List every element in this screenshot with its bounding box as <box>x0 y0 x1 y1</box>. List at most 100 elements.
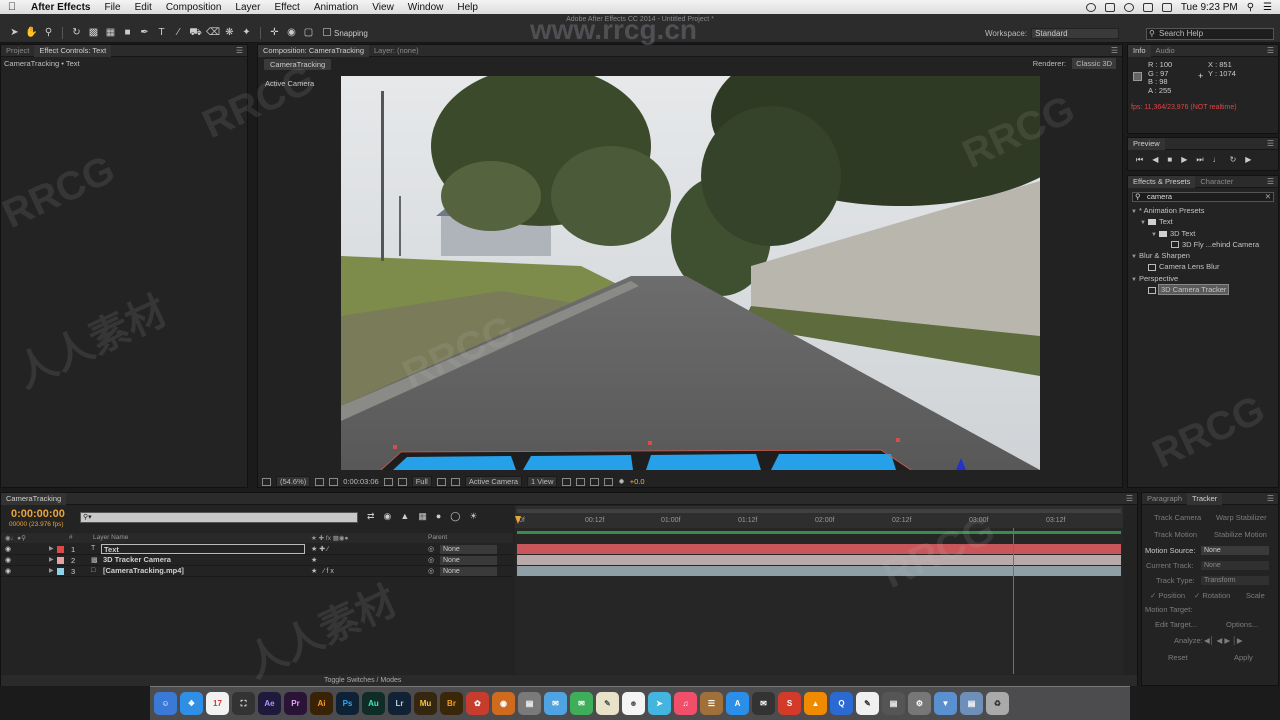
search-help-input[interactable]: ⚲ Search Help <box>1146 28 1274 40</box>
tab-project[interactable]: Project <box>1 45 34 57</box>
region-of-interest-icon[interactable] <box>436 477 446 486</box>
comp-mini-flowchart-icon[interactable]: ⇄ <box>367 511 375 522</box>
panel-menu-icon[interactable]: ☰ <box>1267 138 1274 150</box>
tree-group[interactable]: ▼ * Animation Presets <box>1131 205 1278 216</box>
tab-info[interactable]: Info <box>1128 44 1151 57</box>
time-navigator[interactable] <box>517 509 1121 513</box>
stabilize-motion-button[interactable]: Stabilize Motion <box>1214 530 1267 539</box>
notes-icon[interactable]: ✎ <box>596 692 619 715</box>
pan-behind-tool-icon[interactable]: ▦ <box>104 27 117 39</box>
tab-layer[interactable]: Layer: (none) <box>369 45 424 57</box>
track-motion-button[interactable]: Track Motion <box>1154 530 1197 539</box>
analyze-buttons[interactable]: ◀│ ◀ ▶ │▶ <box>1204 636 1243 645</box>
eye-icon[interactable]: ◉ <box>5 567 11 575</box>
layer-label-color[interactable] <box>57 557 64 564</box>
panel-menu-icon[interactable]: ☰ <box>1267 176 1274 188</box>
layer-name[interactable]: 3D Tracker Camera <box>103 555 171 564</box>
menu-effect[interactable]: Effect <box>267 2 306 13</box>
tab-timeline-comp[interactable]: CameraTracking <box>1 492 67 505</box>
maps-icon[interactable]: ➤ <box>648 692 671 715</box>
notification-center-icon[interactable]: ☰ <box>1263 2 1272 13</box>
menu-window[interactable]: Window <box>401 2 451 13</box>
layer-row[interactable]: ◉ ▶ 1 T Text ★✚∕ ◎ None <box>1 544 513 555</box>
menu-edit[interactable]: Edit <box>128 2 159 13</box>
safe-zones-icon[interactable] <box>315 477 325 486</box>
battery-icon[interactable] <box>1161 2 1172 12</box>
tab-effect-controls[interactable]: Effect Controls: Text <box>34 44 112 57</box>
pen-tool-icon[interactable]: ✒ <box>138 27 151 39</box>
time-ruler[interactable]: 0f 00:12f 01:00f 01:12f 02:00f 02:12f 03… <box>515 506 1123 528</box>
apply-button[interactable]: Apply <box>1234 653 1253 662</box>
brush-tool-icon[interactable]: ∕ <box>172 27 185 39</box>
edit-target-button[interactable]: Edit Target... <box>1155 620 1197 629</box>
trash-icon[interactable]: ♻ <box>986 692 1009 715</box>
clone-stamp-tool-icon[interactable]: ⛟ <box>189 27 202 39</box>
itunes-icon[interactable]: ♫ <box>674 692 697 715</box>
disclosure-triangle-icon[interactable]: ▼ <box>1151 230 1159 241</box>
panel-menu-icon[interactable]: ☰ <box>1267 493 1274 505</box>
selection-tool-icon[interactable]: ➤ <box>8 27 21 39</box>
clear-search-icon[interactable]: ✕ <box>1265 193 1271 201</box>
photoshop-dock-icon[interactable]: Ps <box>336 692 359 715</box>
tab-audio[interactable]: Audio <box>1151 45 1180 57</box>
current-time-display[interactable]: 0:00:03:06 <box>343 477 378 486</box>
layer-switches[interactable]: ★ <box>311 556 319 564</box>
motion-blur-icon[interactable]: ● <box>436 511 441 522</box>
track-type-select[interactable]: Transform <box>1201 576 1269 585</box>
layer-name-header[interactable]: Layer Name <box>93 534 128 541</box>
disclosure-triangle-icon[interactable]: ▼ <box>1131 207 1139 218</box>
preview-app-icon[interactable]: ▤ <box>518 692 541 715</box>
graph-editor-icon[interactable]: ◯ <box>450 511 460 522</box>
toggle-pixel-aspect-icon[interactable] <box>562 477 572 486</box>
zoom-tool-icon[interactable]: ⚲ <box>42 27 55 39</box>
contacts-icon[interactable]: ☻ <box>622 692 645 715</box>
layer-name[interactable]: Text <box>101 544 305 554</box>
options-button[interactable]: Options... <box>1226 620 1258 629</box>
calendar-icon[interactable]: 17 <box>206 692 229 715</box>
view-axis-icon[interactable]: ▢ <box>302 27 315 39</box>
quicktime-icon[interactable]: Q <box>830 692 853 715</box>
tab-tracker[interactable]: Tracker <box>1187 492 1223 505</box>
tab-effects-presets[interactable]: Effects & Presets <box>1128 175 1196 188</box>
lightroom-dock-icon[interactable]: Lr <box>388 692 411 715</box>
parent-header[interactable]: Parent <box>428 534 447 541</box>
first-frame-icon[interactable]: ⏮ <box>1136 155 1143 165</box>
menu-layer[interactable]: Layer <box>228 2 267 13</box>
layer-duration-bar[interactable] <box>517 555 1121 565</box>
brainstorm-icon[interactable]: ☀ <box>469 511 477 522</box>
record-icon[interactable] <box>1085 2 1096 12</box>
spotlight-icon[interactable]: ⚲ <box>1247 2 1254 13</box>
volume-icon[interactable] <box>1142 2 1153 12</box>
effects-search-input[interactable]: ⚲ camera ✕ <box>1132 192 1274 202</box>
audio-icon[interactable]: ♩ <box>1213 155 1221 165</box>
resolution-select[interactable]: Full <box>411 476 432 487</box>
apple-icon[interactable]:  <box>0 1 24 13</box>
composition-viewer[interactable] <box>341 76 1040 470</box>
world-axis-icon[interactable]: ◉ <box>285 27 298 39</box>
tree-folder[interactable]: ▼ 3D Text <box>1131 228 1278 239</box>
fast-previews-icon[interactable] <box>576 477 586 486</box>
camera-tool-icon[interactable]: ▩ <box>87 27 100 39</box>
menu-view[interactable]: View <box>365 2 401 13</box>
timeline-tracks[interactable]: 0f 00:12f 01:00f 01:12f 02:00f 02:12f 03… <box>515 506 1123 674</box>
after-effects-dock-icon[interactable]: Ae <box>258 692 281 715</box>
tree-folder[interactable]: ▼ Text <box>1131 216 1278 227</box>
panel-menu-icon[interactable]: ☰ <box>236 45 243 57</box>
menubar-clock[interactable]: Tue 9:23 PM <box>1181 2 1238 13</box>
eraser-tool-icon[interactable]: ⌫ <box>206 27 220 39</box>
system-preferences-icon[interactable]: ⚙ <box>908 692 931 715</box>
3d-view-select[interactable]: Active Camera <box>464 476 522 487</box>
renderer-select[interactable]: Classic 3D <box>1072 58 1116 69</box>
display-icon[interactable] <box>1104 2 1115 12</box>
roto-brush-tool-icon[interactable]: ❋ <box>223 27 236 39</box>
layer-label-color[interactable] <box>57 568 64 575</box>
workspace-select[interactable]: Standard <box>1031 28 1120 39</box>
scale-checkbox[interactable]: Scale <box>1246 591 1265 600</box>
view-layout-select[interactable]: 1 View <box>527 476 558 487</box>
disclosure-triangle-icon[interactable]: ▼ <box>1131 252 1139 263</box>
previous-frame-icon[interactable]: ◀ <box>1152 155 1158 165</box>
layer-row[interactable]: ◉ ▶ 3 □ [CameraTracking.mp4] ★ ∕fx ◎ Non… <box>1 566 513 577</box>
track-camera-button[interactable]: Track Camera <box>1154 513 1201 522</box>
audition-dock-icon[interactable]: Au <box>362 692 385 715</box>
eye-icon[interactable]: ◉ <box>5 556 11 564</box>
